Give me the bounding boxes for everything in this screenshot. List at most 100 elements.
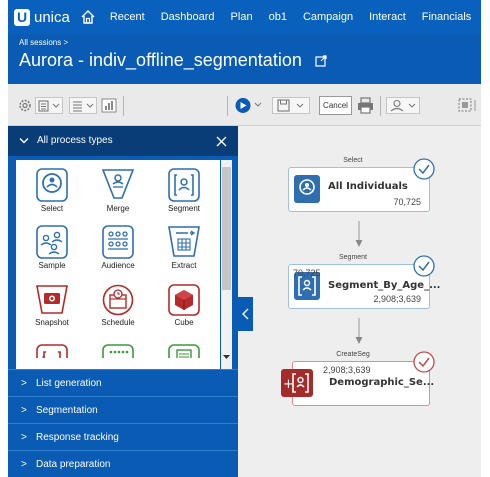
settings-gear-icon[interactable] bbox=[18, 97, 32, 114]
category-segmentation[interactable]: > Segmentation bbox=[8, 396, 238, 423]
save-dropdown[interactable] bbox=[272, 97, 310, 114]
nav-plan[interactable]: Plan bbox=[231, 11, 253, 23]
node-input-count: 2,908;3,639 bbox=[323, 365, 371, 375]
chevron-down-icon bbox=[19, 138, 29, 144]
node-name: Demographic_Se... bbox=[329, 377, 435, 388]
chevron-left-icon bbox=[242, 308, 249, 320]
zoom-fit-icon[interactable] bbox=[458, 97, 481, 114]
merge-process-icon bbox=[101, 169, 135, 199]
layout-icon bbox=[73, 101, 94, 112]
tile-partial-3[interactable] bbox=[154, 344, 214, 358]
tile-select[interactable]: Select bbox=[22, 168, 82, 213]
tile-segment[interactable]: Segment bbox=[154, 168, 214, 213]
brand-name: unica bbox=[34, 8, 70, 26]
segment-output-process-icon: + bbox=[36, 344, 68, 358]
page-title-row: Aurora - indiv_offline_segmentation bbox=[19, 50, 327, 71]
tile-snapshot-label: Snapshot bbox=[35, 318, 69, 327]
unica-logo-icon: U bbox=[14, 8, 30, 26]
breadcrumb[interactable]: All sessions > bbox=[19, 38, 68, 47]
tile-extract[interactable]: Extract bbox=[154, 225, 214, 270]
svg-text:+: + bbox=[38, 353, 48, 358]
palette-header[interactable]: All process types bbox=[8, 126, 238, 156]
schedule-process-icon bbox=[102, 284, 134, 316]
collapse-palette-tab[interactable] bbox=[238, 297, 253, 331]
play-run-icon bbox=[235, 98, 262, 113]
node-output-count: 2,908;3,639 bbox=[373, 294, 421, 304]
open-external-icon[interactable] bbox=[315, 55, 327, 67]
tile-merge[interactable]: Merge bbox=[88, 168, 148, 213]
cube-process-icon bbox=[168, 284, 200, 316]
extract-process-icon bbox=[168, 226, 200, 257]
top-nav: U unica Recent Dashboard Plan ob1 Campai… bbox=[8, 0, 481, 34]
nav-financials[interactable]: Financials bbox=[422, 11, 472, 23]
snapshot-process-icon bbox=[36, 285, 68, 314]
tile-sample[interactable]: Sample bbox=[22, 225, 82, 270]
list-process-icon bbox=[168, 344, 200, 358]
admin-dropdown[interactable] bbox=[386, 97, 420, 114]
tile-schedule-label: Schedule bbox=[101, 318, 135, 327]
process-node-select[interactable]: All Individuals 70,725 bbox=[288, 167, 430, 212]
select-node-icon bbox=[294, 175, 320, 203]
tile-cube[interactable]: Cube bbox=[154, 284, 214, 327]
tile-schedule[interactable]: Schedule bbox=[88, 284, 148, 327]
cancel-button[interactable]: Cancel bbox=[319, 96, 352, 115]
toolbar-divider bbox=[123, 96, 124, 116]
category-label: Segmentation bbox=[36, 405, 98, 416]
node-input-count: 70,725 bbox=[293, 268, 321, 278]
createseg-node-icon: + bbox=[281, 369, 313, 397]
nav-ob1[interactable]: ob1 bbox=[269, 11, 287, 23]
category-response-tracking[interactable]: > Response tracking bbox=[8, 423, 238, 450]
view-options-icon bbox=[38, 100, 60, 112]
tile-partial-2[interactable] bbox=[88, 344, 148, 358]
category-data-preparation[interactable]: > Data preparation bbox=[8, 450, 238, 477]
category-label: Response tracking bbox=[36, 432, 119, 443]
tile-select-label: Select bbox=[40, 204, 64, 213]
audience-process-icon bbox=[102, 225, 134, 259]
page-title: Aurora - indiv_offline_segmentation bbox=[19, 50, 302, 70]
tile-audience-label: Audience bbox=[101, 261, 135, 270]
nav-recent[interactable]: Recent bbox=[110, 11, 145, 23]
node-type-label: Select bbox=[343, 157, 363, 164]
tile-cube-label: Cube bbox=[174, 318, 194, 327]
tile-partial-1[interactable]: + bbox=[22, 344, 82, 358]
flowchart-toolbar: Cancel bbox=[8, 84, 481, 126]
node-type-label: CreateSeg bbox=[336, 351, 370, 358]
app-window: U unica Recent Dashboard Plan ob1 Campai… bbox=[8, 0, 481, 477]
home-icon[interactable] bbox=[80, 9, 96, 25]
process-node-segment[interactable]: 70,725 Segment_By_Age_... 2,908;3,639 bbox=[288, 264, 440, 309]
tile-audience[interactable]: Audience bbox=[88, 225, 148, 270]
print-icon[interactable] bbox=[357, 97, 374, 114]
chevron-right-icon: > bbox=[21, 459, 27, 470]
chevron-right-icon: > bbox=[21, 432, 27, 443]
user-admin-icon bbox=[390, 99, 416, 112]
nav-campaign[interactable]: Campaign bbox=[303, 11, 353, 23]
brand-logo[interactable]: U unica bbox=[14, 8, 70, 26]
palette-scrollbar-thumb[interactable] bbox=[222, 167, 231, 290]
sample-process-icon bbox=[36, 225, 68, 259]
layout-dropdown[interactable] bbox=[69, 97, 97, 114]
category-label: List generation bbox=[36, 378, 102, 389]
nav-interact[interactable]: Interact bbox=[369, 11, 406, 23]
select-process-icon bbox=[36, 168, 68, 202]
run-dropdown[interactable] bbox=[234, 97, 266, 114]
run-success-check-icon bbox=[413, 255, 435, 277]
connector-arrow bbox=[355, 318, 363, 344]
node-type-label: Segment bbox=[338, 254, 368, 261]
report-chart-icon[interactable] bbox=[101, 97, 117, 114]
save-icon bbox=[277, 99, 304, 112]
run-success-check-icon bbox=[413, 351, 435, 373]
nav-dashboard[interactable]: Dashboard bbox=[161, 11, 215, 23]
category-list-generation[interactable]: > List generation bbox=[8, 369, 238, 396]
scroll-down-arrow-icon[interactable] bbox=[222, 354, 231, 360]
tile-segment-label: Segment bbox=[167, 204, 201, 213]
node-name: Segment_By_Age_... bbox=[328, 280, 441, 291]
view-options-dropdown[interactable] bbox=[35, 97, 63, 114]
toolbar-divider bbox=[380, 96, 381, 116]
category-label: Data preparation bbox=[36, 459, 111, 470]
close-icon[interactable] bbox=[216, 136, 227, 147]
title-bar: All sessions > Aurora - indiv_offline_se… bbox=[8, 34, 481, 84]
tile-merge-label: Merge bbox=[106, 204, 130, 213]
node-name: All Individuals bbox=[328, 181, 408, 192]
tile-snapshot[interactable]: Snapshot bbox=[22, 284, 82, 327]
node-output-count: 70,725 bbox=[393, 197, 421, 207]
